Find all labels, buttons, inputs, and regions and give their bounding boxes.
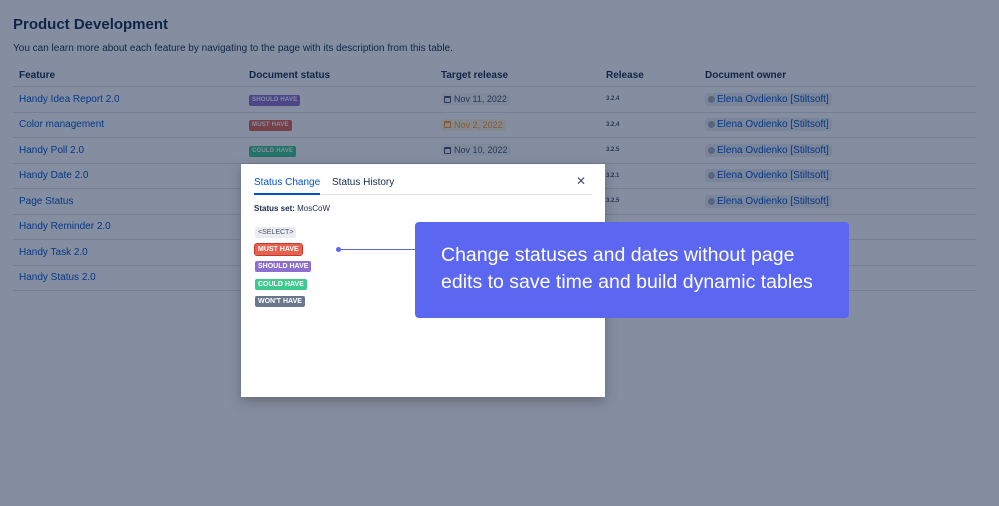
option-select[interactable]: <SELECT> [255, 227, 297, 238]
status-set-label: Status set: [254, 204, 295, 213]
callout-connector-line [340, 249, 415, 250]
feature-callout: Change statuses and dates without page e… [415, 222, 849, 318]
status-set-row: Status set: MosCoW [254, 204, 330, 213]
tab-status-change[interactable]: Status Change [254, 177, 320, 188]
dialog-tabs: Status Change Status History [254, 176, 592, 195]
option-must-have[interactable]: MUST HAVE [254, 243, 303, 256]
close-icon[interactable]: ✕ [575, 175, 587, 187]
option-should-have[interactable]: SHOULD HAVE [255, 261, 312, 272]
option-could-have[interactable]: COULD HAVE [255, 279, 307, 290]
option-wont-have[interactable]: WON'T HAVE [255, 296, 305, 307]
tab-status-history[interactable]: Status History [332, 177, 394, 188]
status-set-value: MosCoW [297, 204, 331, 213]
active-tab-indicator [254, 193, 320, 195]
